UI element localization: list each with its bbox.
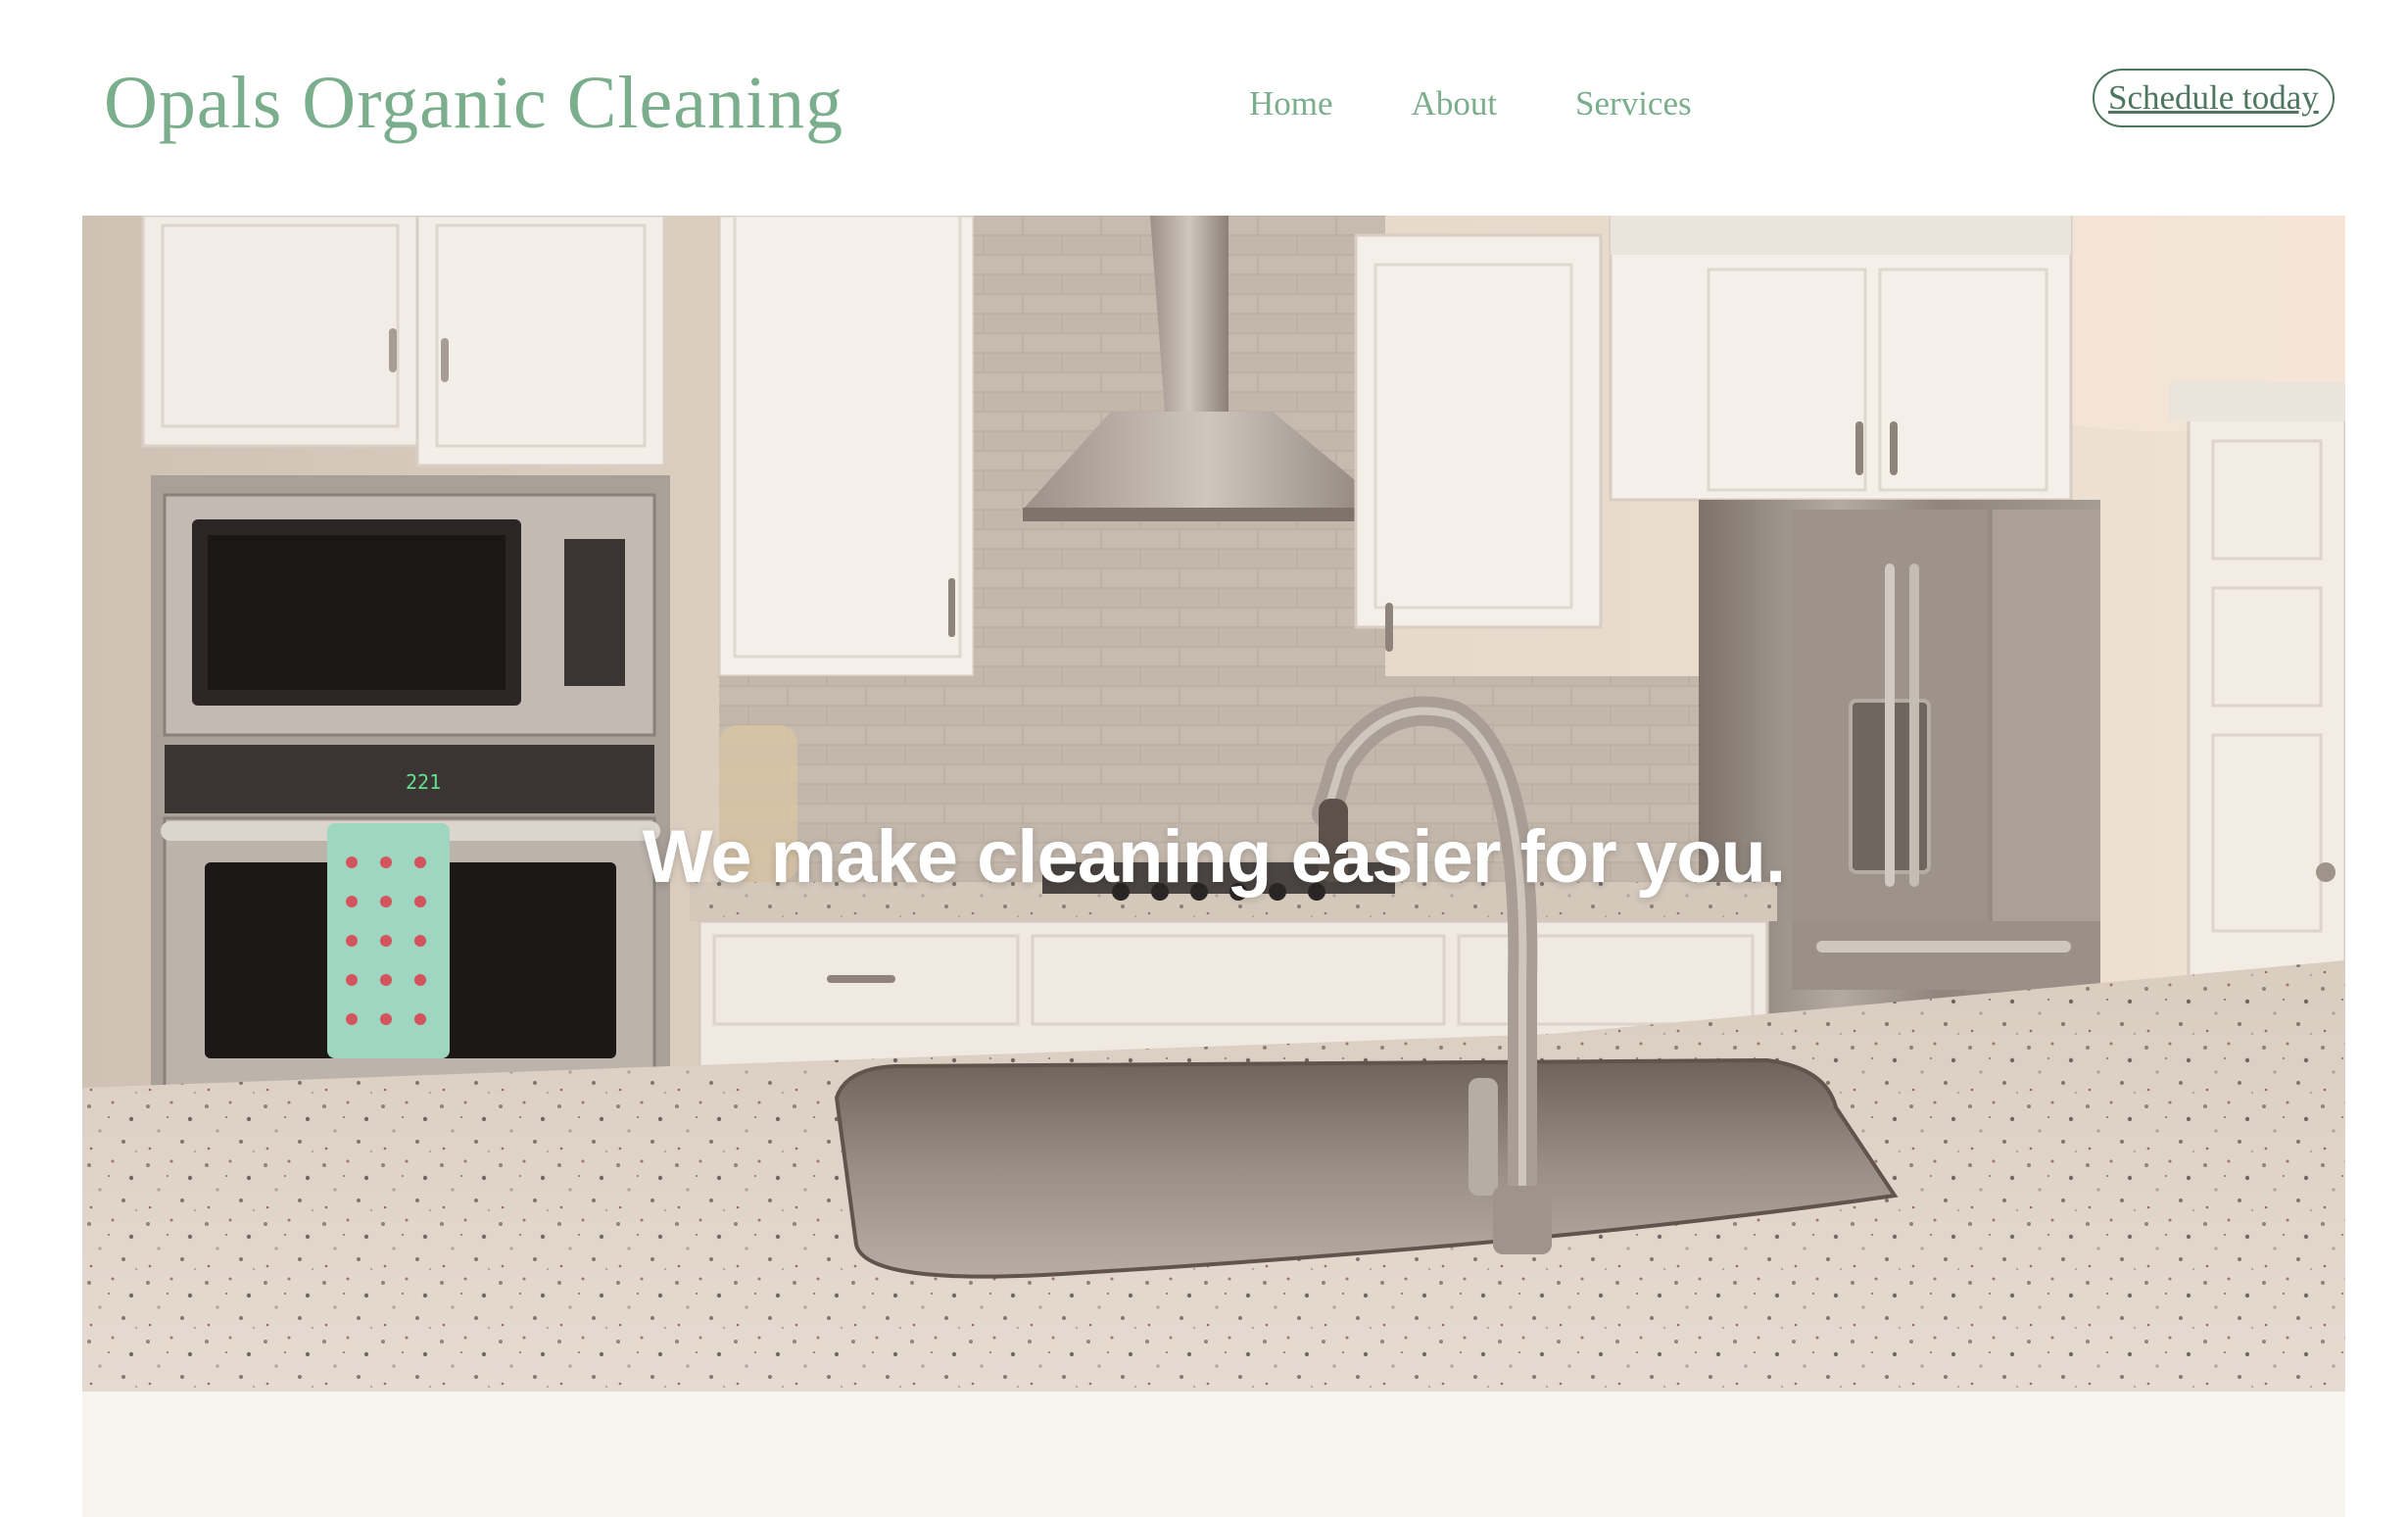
nav-link-home[interactable]: Home: [1249, 84, 1333, 123]
page: Opals Organic Cleaning Home About Servic…: [0, 0, 2408, 1517]
svg-text:221: 221: [406, 770, 441, 794]
brand-logo-link[interactable]: Opals Organic Cleaning: [104, 61, 843, 146]
schedule-today-button[interactable]: Schedule today: [2093, 69, 2335, 127]
hero-kitchen-image: 221: [82, 216, 2345, 1392]
nav-link-about[interactable]: About: [1412, 84, 1498, 123]
main-nav: Home About Services: [1249, 84, 1692, 123]
hero-section: 221 We make cleaning easier for you.: [82, 216, 2345, 1392]
site-header: Opals Organic Cleaning Home About Servic…: [0, 0, 2408, 216]
hero-headline: We make cleaning easier for you.: [642, 814, 1786, 899]
content-section: [82, 1392, 2345, 1517]
nav-link-services[interactable]: Services: [1575, 84, 1692, 123]
